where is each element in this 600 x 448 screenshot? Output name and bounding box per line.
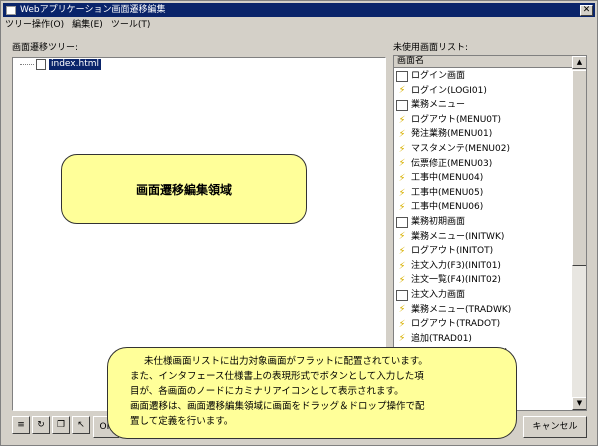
lightning-icon: ⚡ — [398, 129, 406, 141]
menu-tree-ops[interactable]: ツリー操作(O) — [5, 18, 64, 32]
list-item-label: ログイン(LOGI01) — [411, 85, 487, 96]
list-item[interactable]: 注文入力画面 — [394, 288, 572, 303]
list-item[interactable]: ⚡ ログアウト(INITOT) — [394, 244, 572, 259]
refresh-icon[interactable]: ↻ — [32, 416, 50, 434]
scroll-down-button[interactable]: ▼ — [572, 397, 586, 410]
list-item-label: 注文入力(F3)(INIT01) — [411, 260, 501, 271]
app-icon — [6, 5, 16, 15]
list-item[interactable]: ⚡ 業務メニュー(INITWK) — [394, 230, 572, 245]
scroll-up-button[interactable]: ▲ — [572, 56, 586, 69]
scroll-thumb[interactable] — [572, 70, 586, 266]
list-item-label: ログアウト(MENU0T) — [411, 114, 502, 125]
list-item[interactable]: ⚡ 業務メニュー(TRADWK) — [394, 303, 572, 318]
list-item-label: 工事中(MENU06) — [411, 202, 484, 213]
list-items: ログイン画面 ⚡ ログイン(LOGI01) 業務メニュー ⚡ ログアウト(MENU0T) ⚡… — [394, 69, 572, 375]
list-item-label: ログアウト(INITOT) — [411, 246, 494, 257]
list-item-label: 追加(TRAD01) — [411, 333, 472, 344]
lightning-icon: ⚡ — [398, 318, 406, 330]
list-item[interactable]: ⚡ ログアウト(TRADOT) — [394, 317, 572, 332]
list-item-label: 業務メニュー — [411, 100, 466, 111]
title-bar: Webアプリケーション画面遷移編集 ✕ — [3, 3, 595, 17]
editing-area-callout: 画面遷移編集領域 — [61, 154, 307, 224]
list-item-label: ログイン画面 — [411, 71, 466, 81]
list-item[interactable]: ⚡ 追加(TRAD01) — [394, 332, 572, 347]
lightning-icon: ⚡ — [398, 143, 406, 155]
tree-layout-icon[interactable]: ≡ — [12, 416, 30, 434]
callout-line: 置して定義を行います。 — [130, 416, 234, 427]
tree-label: 画面遷移ツリー: — [12, 43, 79, 53]
lightning-icon: ⚡ — [398, 158, 406, 170]
lightning-icon: ⚡ — [398, 114, 406, 126]
list-item[interactable]: ⚡ 工事中(MENU04) — [394, 171, 572, 186]
page-icon — [396, 99, 408, 111]
unused-list-label: 未使用画面リスト: — [393, 43, 469, 53]
lightning-icon: ⚡ — [398, 275, 406, 287]
list-item[interactable]: 業務初期画面 — [394, 215, 572, 230]
list-item-label: 業務初期画面 — [411, 216, 466, 227]
list-item[interactable]: ⚡ 工事中(MENU06) — [394, 200, 572, 215]
page-icon — [396, 70, 408, 82]
list-item[interactable]: ⚡ ログアウト(MENU0T) — [394, 113, 572, 128]
list-item-label: 工事中(MENU04) — [411, 173, 484, 184]
list-item-label: 業務メニュー(INITWK) — [411, 231, 505, 242]
list-header[interactable]: 画面名 — [394, 56, 572, 68]
list-item-label: 注文入力画面 — [411, 289, 466, 300]
lightning-icon: ⚡ — [398, 187, 406, 199]
lightning-icon: ⚡ — [398, 172, 406, 184]
window-title: Webアプリケーション画面遷移編集 — [20, 5, 166, 15]
tree-connector — [20, 64, 34, 65]
lightning-icon: ⚡ — [398, 333, 406, 345]
callout-line: また、インタフェース仕様書上の表現形式でボタンとして入力した項 — [130, 371, 424, 382]
list-item[interactable]: ログイン画面 — [394, 69, 572, 84]
page-icon — [396, 289, 408, 301]
list-item[interactable]: ⚡ ログイン(LOGI01) — [394, 84, 572, 99]
callout-line: 画面遷移は、画面遷移編集領域に画面をドラッグ＆ドロップ操作で配 — [130, 401, 425, 412]
list-item[interactable]: ⚡ 伝票修正(MENU03) — [394, 157, 572, 172]
list-item[interactable]: 業務メニュー — [394, 98, 572, 113]
copy-icon[interactable]: ❐ — [52, 416, 70, 434]
list-item-label: 工事中(MENU05) — [411, 187, 484, 198]
list-item[interactable]: ⚡ 発注業務(MENU01) — [394, 127, 572, 142]
menu-tools[interactable]: ツール(T) — [111, 18, 151, 32]
lightning-icon: ⚡ — [398, 245, 406, 257]
main-window: Webアプリケーション画面遷移編集 ✕ ツリー操作(O) 編集(E) ツール(T… — [0, 0, 598, 446]
list-item-label: マスタメンテ(MENU02) — [411, 143, 510, 154]
cancel-button[interactable]: キャンセル — [523, 416, 587, 438]
close-button[interactable]: ✕ — [580, 4, 593, 16]
menu-edit[interactable]: 編集(E) — [72, 18, 103, 32]
pointer-icon[interactable]: ↖ — [72, 416, 90, 434]
menu-bar: ツリー操作(O) 編集(E) ツール(T) — [5, 18, 158, 32]
list-item-label: 業務メニュー(TRADWK) — [411, 304, 512, 315]
list-item-label: ログアウト(TRADOT) — [411, 319, 501, 330]
callout-line: 未仕様画面リストに出力対象画面がフラットに配置されています。 — [144, 356, 428, 367]
page-icon — [396, 216, 408, 228]
list-item-label: 注文一覧(F4)(INIT02) — [411, 275, 501, 286]
list-item[interactable]: ⚡ マスタメンテ(MENU02) — [394, 142, 572, 157]
lightning-icon: ⚡ — [398, 304, 406, 316]
list-scrollbar[interactable]: ▲ ▼ — [572, 56, 586, 410]
callout-line: 目が、各画面のノードにカミナリアイコンとして表示されます。 — [130, 386, 404, 397]
list-item-label: 発注業務(MENU01) — [411, 129, 493, 140]
list-item[interactable]: ⚡ 工事中(MENU05) — [394, 186, 572, 201]
page-icon — [36, 59, 46, 70]
list-item-label: 伝票修正(MENU03) — [411, 158, 493, 169]
lightning-icon: ⚡ — [398, 85, 406, 97]
tree-node-index[interactable]: index.html — [49, 59, 101, 70]
lightning-icon: ⚡ — [398, 202, 406, 214]
lightning-icon: ⚡ — [398, 260, 406, 272]
description-callout: 未仕様画面リストに出力対象画面がフラットに配置されています。 また、インタフェー… — [107, 347, 517, 439]
toolbar: ≡ ↻ ❐ ↖ — [12, 416, 92, 434]
list-item[interactable]: ⚡ 注文一覧(F4)(INIT02) — [394, 273, 572, 288]
list-item[interactable]: ⚡ 注文入力(F3)(INIT01) — [394, 259, 572, 274]
lightning-icon: ⚡ — [398, 231, 406, 243]
